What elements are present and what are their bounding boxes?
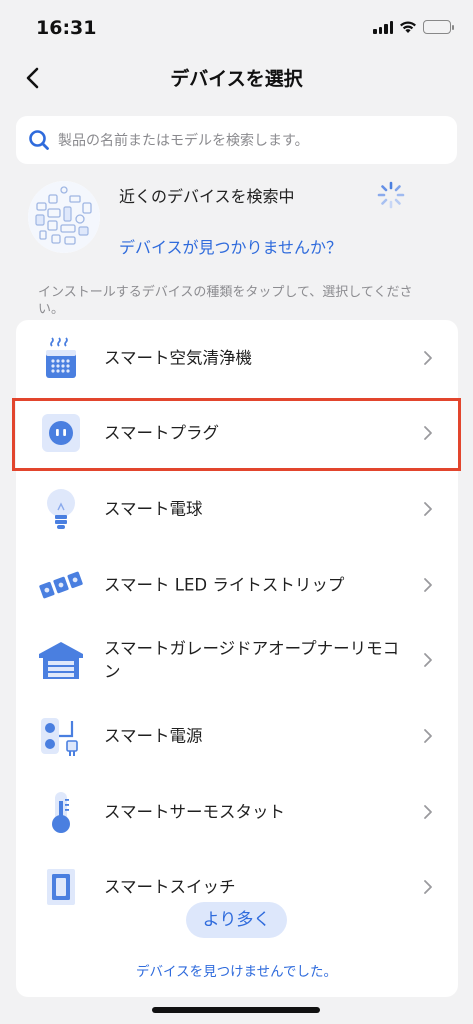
device-not-found-footer-link[interactable]: デバイスを見つけませんでした。 (0, 960, 473, 980)
device-label: スマートスイッチ (104, 877, 236, 896)
device-label: スマート電源 (104, 726, 203, 745)
loading-spinner-icon (376, 180, 406, 210)
device-row-air-purifier[interactable]: スマート空気清浄機 (16, 320, 458, 395)
device-row-led-strip[interactable]: スマート LED ライトストリップ (16, 547, 458, 622)
instruction-text: インストールするデバイスの種類をタップして、選択してください。 (38, 285, 413, 317)
thermostat-icon (38, 789, 84, 835)
device-label: スマートガレージドアオープナーリモコン (104, 638, 400, 681)
chevron-right-icon (424, 350, 432, 365)
search-input[interactable]: 製品の名前またはモデルを検索します。 (16, 116, 457, 164)
device-row-thermostat[interactable]: スマートサーモスタット (16, 774, 458, 849)
nearby-devices-illustration (28, 181, 100, 253)
nearby-search-title: 近くのデバイスを検索中 (119, 187, 295, 206)
status-icons (373, 20, 454, 34)
switch-icon (38, 864, 84, 910)
device-label: スマート電球 (104, 499, 203, 518)
device-type-list: スマート空気清浄機 スマートプラグ スマート電球 スマート LED ライトストリ… (16, 320, 458, 997)
more-button[interactable]: より多く (186, 902, 287, 938)
device-row-smart-plug[interactable]: スマートプラグ (16, 395, 458, 470)
search-icon (29, 130, 49, 150)
device-row-light-bulb[interactable]: スマート電球 (16, 471, 458, 546)
power-strip-icon (38, 713, 84, 759)
chevron-right-icon (424, 501, 432, 516)
device-label: スマートサーモスタット (104, 802, 286, 821)
home-indicator (152, 1007, 320, 1013)
garage-door-icon (38, 637, 84, 683)
led-strip-icon (38, 562, 84, 608)
status-bar: 16:31 (0, 0, 473, 56)
chevron-right-icon (424, 425, 432, 440)
smart-plug-icon (38, 410, 84, 456)
status-time: 16:31 (36, 17, 97, 39)
device-label: スマート LED ライトストリップ (104, 575, 345, 594)
page-title: デバイスを選択 (170, 68, 303, 90)
wifi-icon (400, 21, 416, 33)
device-label: スマート空気清浄機 (104, 348, 253, 367)
chevron-right-icon (424, 804, 432, 819)
battery-icon (423, 20, 454, 34)
search-placeholder: 製品の名前またはモデルを検索します。 (58, 133, 309, 149)
device-label: スマートプラグ (104, 423, 220, 442)
device-row-garage-door[interactable]: スマートガレージドアオープナーリモコン (16, 622, 458, 697)
chevron-right-icon (424, 879, 432, 894)
air-purifier-icon (38, 335, 84, 381)
device-not-found-link[interactable]: デバイスが見つかりませんか？ (119, 234, 342, 258)
chevron-right-icon (424, 577, 432, 592)
signal-icon (373, 20, 393, 34)
device-row-power-strip[interactable]: スマート電源 (16, 698, 458, 773)
light-bulb-icon (38, 486, 84, 532)
chevron-right-icon (424, 728, 432, 743)
chevron-right-icon (424, 652, 432, 667)
